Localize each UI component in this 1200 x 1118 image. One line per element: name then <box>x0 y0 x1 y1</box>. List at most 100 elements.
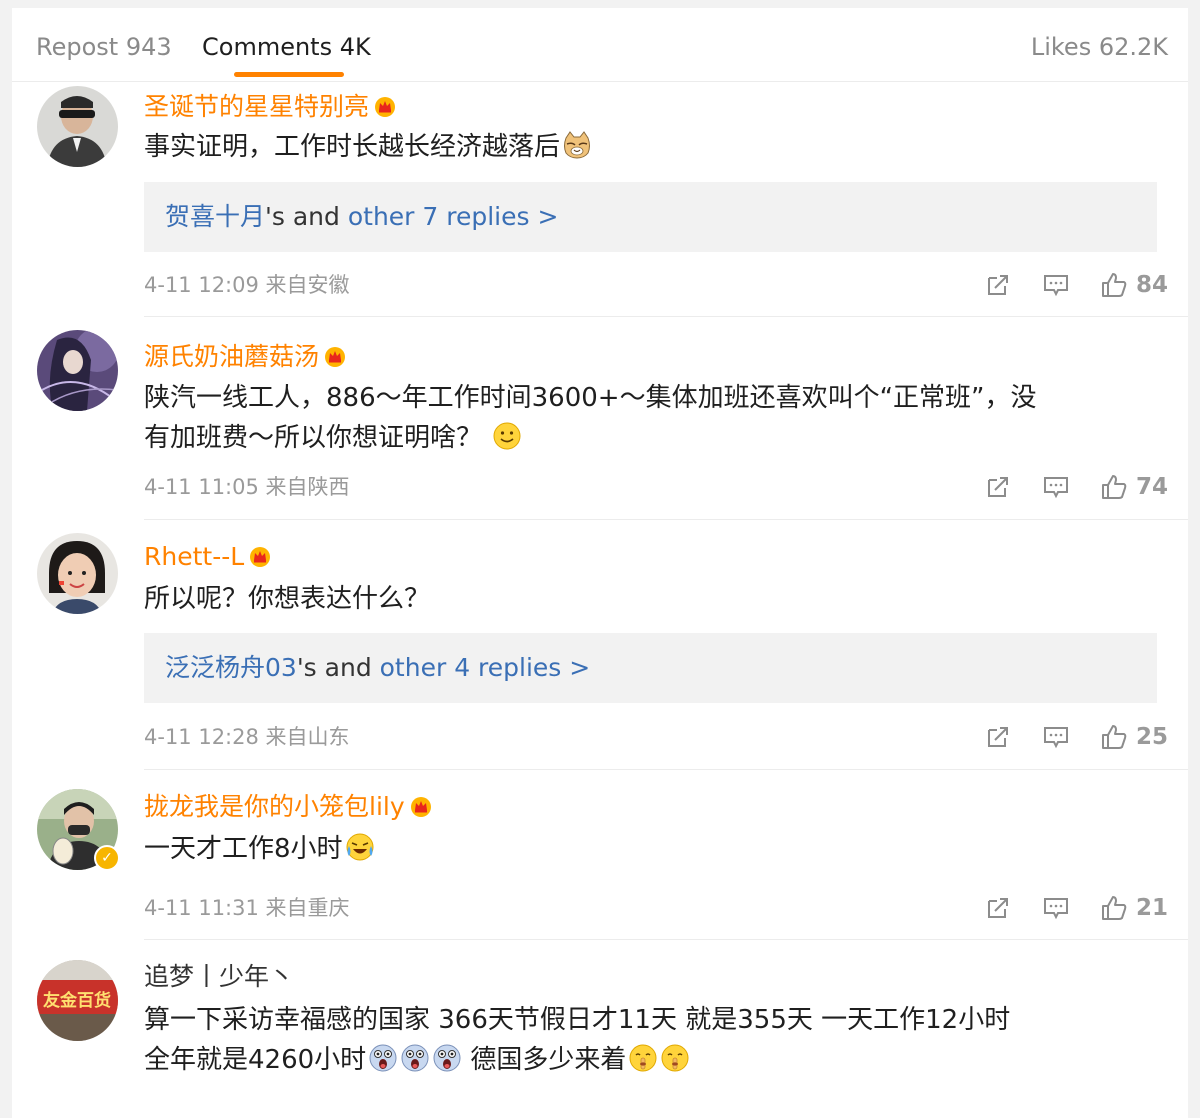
smile-emoji <box>493 422 521 450</box>
tab-likes[interactable]: Likes 62.2K <box>1031 32 1168 62</box>
comment-text-line-wrap: 全年就是4260小时 德国多少来着 <box>144 1040 1159 1080</box>
avatar-image <box>37 533 118 614</box>
reply-button[interactable] <box>1042 473 1070 501</box>
comment-meta: 4-11 11:31 来自重庆 <box>144 896 350 920</box>
share-icon <box>987 727 1008 747</box>
comment-item: 友金百货 追梦丨少年丶 算一下采访幸福感的国家 366天节假日才11天 就是35… <box>12 940 1188 1118</box>
like-icon <box>1101 725 1127 749</box>
comment-item: ✓ 拢龙我是你的小笼包lily 一天才工作8小时 4-11 11:31 来自重庆… <box>12 770 1188 940</box>
reply-author-link[interactable]: 贺喜十月 <box>165 202 265 231</box>
comment-text: 陕汽一线工人，886～年工作时间3600+～集体加班还喜欢叫个“正常班”，没 有… <box>144 378 1159 458</box>
comment-meta: 4-11 11:05 来自陕西 <box>144 475 350 499</box>
username-text: 圣诞节的星星特别亮 <box>144 92 370 121</box>
avatar[interactable] <box>37 330 118 411</box>
like-button[interactable]: 25 <box>1100 723 1168 751</box>
like-count: 25 <box>1135 724 1168 750</box>
avatar-image <box>37 330 118 411</box>
comment-text-line: 陕汽一线工人，886～年工作时间3600+～集体加班还喜欢叫个“正常班”，没 <box>144 383 1037 413</box>
avatar[interactable] <box>37 86 118 167</box>
vip-crown-icon <box>325 347 346 367</box>
comment-meta: 4-11 12:09 来自安徽 <box>144 273 350 297</box>
comment-actions: 74 <box>954 472 1168 502</box>
username[interactable]: 拢龙我是你的小笼包lily <box>144 792 433 822</box>
comment-icon <box>1043 898 1068 920</box>
tab-bar: Repost 943 Comments 4K Likes 62.2K <box>12 8 1188 82</box>
share-button[interactable] <box>984 271 1012 299</box>
comment-text: 算一下采访幸福感的国家 366天节假日才11天 就是355天 一天工作12小时 … <box>144 1000 1159 1080</box>
like-count: 84 <box>1135 272 1168 298</box>
replies-connector: 's and <box>296 653 380 682</box>
replies-preview[interactable]: 泛泛杨舟03's and other 4 replies > <box>144 633 1157 703</box>
more-replies-link[interactable]: other 4 replies > <box>380 653 591 682</box>
comment-actions: 25 <box>954 722 1168 752</box>
username-text: 拢龙我是你的小笼包lily <box>144 792 405 821</box>
vip-crown-icon <box>375 97 396 117</box>
comment-actions: 21 <box>954 893 1168 923</box>
like-count: 74 <box>1135 474 1168 500</box>
avatar-image <box>37 86 118 167</box>
share-button[interactable] <box>984 473 1012 501</box>
reply-author-link[interactable]: 泛泛杨舟03 <box>165 653 297 682</box>
avatar-sign-text: 友金百货 <box>43 990 111 1011</box>
share-button[interactable] <box>984 894 1012 922</box>
comments-panel: Repost 943 Comments 4K Likes 62.2K 圣诞节的星… <box>12 8 1188 1118</box>
username-text: Rhett--L <box>144 542 245 571</box>
comment-text-line: 德国多少来着 <box>462 1045 627 1075</box>
comment-text-line: 一天才工作8小时 <box>144 834 343 864</box>
cat-emoji <box>564 131 591 159</box>
like-button[interactable]: 74 <box>1100 473 1168 501</box>
tab-repost[interactable]: Repost 943 <box>36 32 172 62</box>
verified-badge-icon: ✓ <box>94 845 120 871</box>
vip-crown-icon <box>410 797 431 817</box>
username[interactable]: 追梦丨少年丶 <box>144 962 294 992</box>
tab-comments[interactable]: Comments 4K <box>202 32 371 62</box>
like-count: 21 <box>1135 895 1168 921</box>
active-tab-indicator <box>234 72 344 77</box>
avatar[interactable] <box>37 533 118 614</box>
replies-preview[interactable]: 贺喜十月's and other 7 replies > <box>144 182 1157 252</box>
comment-item: 源氏奶油蘑菇汤 陕汽一线工人，886～年工作时间3600+～集体加班还喜欢叫个“… <box>12 317 1188 520</box>
share-icon <box>987 275 1008 295</box>
comment-text: 所以呢？你想表达什么？ <box>144 579 1159 619</box>
share-icon <box>987 898 1008 918</box>
comment-text: 一天才工作8小时 <box>144 829 1159 869</box>
shush-emoji <box>661 1044 689 1072</box>
username-text: 源氏奶油蘑菇汤 <box>144 342 320 371</box>
comment-actions: 84 <box>954 270 1168 300</box>
username[interactable]: Rhett--L <box>144 542 272 572</box>
more-replies-link[interactable]: other 7 replies > <box>348 202 559 231</box>
like-icon <box>1101 896 1127 920</box>
like-icon <box>1101 475 1127 499</box>
like-button[interactable]: 84 <box>1100 271 1168 299</box>
comment-item: Rhett--L 所以呢？你想表达什么？ 泛泛杨舟03's and other … <box>12 520 1188 770</box>
username-text: 追梦丨少年丶 <box>144 962 295 991</box>
comment-icon <box>1043 727 1068 749</box>
avatar[interactable]: 友金百货 <box>37 960 118 1041</box>
replies-connector: 's and <box>265 202 348 231</box>
comment-icon <box>1043 477 1068 499</box>
comment-text-line: 有加班费～所以你想证明啥？ <box>144 423 483 453</box>
avatar-image: 友金百货 <box>37 960 118 1041</box>
reply-button[interactable] <box>1042 894 1070 922</box>
comment-text-line: 算一下采访幸福感的国家 366天节假日才11天 就是355天 一天工作12小时 <box>144 1005 1011 1035</box>
shush-emoji <box>629 1044 657 1072</box>
share-button[interactable] <box>984 723 1012 751</box>
reply-button[interactable] <box>1042 723 1070 751</box>
comment-text-line-wrap: 有加班费～所以你想证明啥？ <box>144 418 1159 458</box>
reply-button[interactable] <box>1042 271 1070 299</box>
like-icon <box>1101 273 1127 297</box>
like-button[interactable]: 21 <box>1100 894 1168 922</box>
shocked-emoji <box>433 1044 461 1072</box>
comment-meta: 4-11 12:28 来自山东 <box>144 725 350 749</box>
username[interactable]: 源氏奶油蘑菇汤 <box>144 342 347 372</box>
comment-item: 圣诞节的星星特别亮 事实证明，工作时长越长经济越落后 贺喜十月's and ot… <box>12 82 1188 317</box>
shocked-emoji <box>369 1044 397 1072</box>
username[interactable]: 圣诞节的星星特别亮 <box>144 92 397 122</box>
shocked-emoji <box>401 1044 429 1072</box>
vip-crown-icon <box>250 547 271 567</box>
comment-text-line: 事实证明，工作时长越长经济越落后 <box>144 132 561 162</box>
comment-text: 事实证明，工作时长越长经济越落后 <box>144 127 1159 167</box>
laugh-cry-emoji <box>346 833 374 861</box>
comment-icon <box>1043 275 1068 297</box>
share-icon <box>987 477 1008 497</box>
